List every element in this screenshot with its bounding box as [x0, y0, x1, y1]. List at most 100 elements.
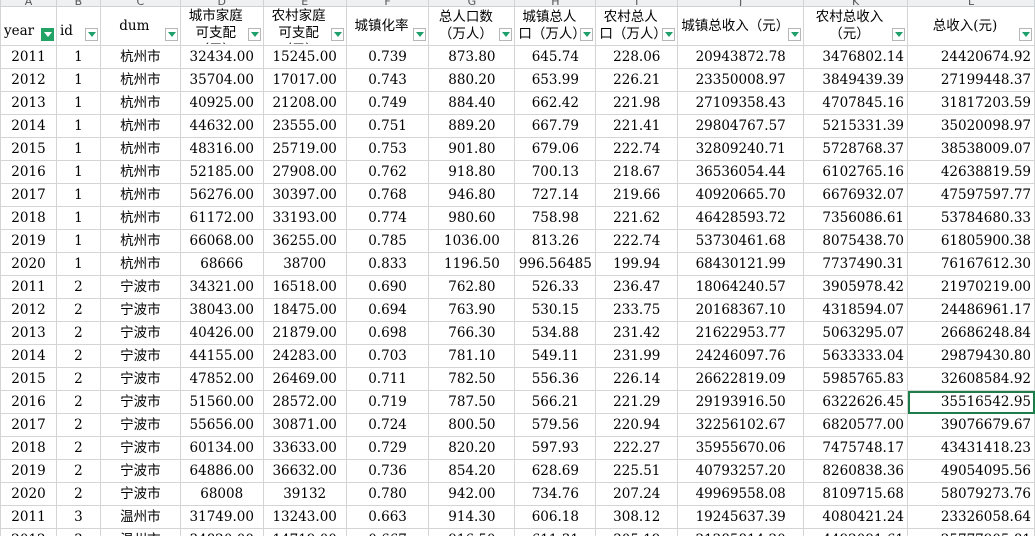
table-cell[interactable]: 820.20: [428, 436, 516, 460]
table-cell[interactable]: 6322626.45: [803, 390, 909, 414]
table-cell[interactable]: 2020: [0, 482, 57, 506]
filter-dropdown-icon[interactable]: [1019, 28, 1032, 41]
table-cell[interactable]: 49969558.08: [677, 482, 805, 506]
selected-cell[interactable]: 35516542.95: [907, 390, 1035, 414]
table-cell[interactable]: 1: [55, 252, 101, 276]
table-cell[interactable]: 225.51: [595, 459, 679, 483]
table-cell[interactable]: 49054095.56: [907, 459, 1035, 483]
table-cell[interactable]: 29193916.50: [677, 390, 805, 414]
table-cell[interactable]: 宁波市: [99, 298, 181, 322]
table-cell[interactable]: 873.80: [428, 45, 516, 69]
table-cell[interactable]: 27109358.43: [677, 91, 805, 115]
table-cell[interactable]: 42638819.59: [907, 160, 1035, 184]
table-cell[interactable]: 24283.00: [262, 344, 347, 368]
table-cell[interactable]: 39132: [262, 482, 347, 506]
table-cell[interactable]: 55656.00: [179, 413, 264, 437]
table-cell[interactable]: 762.80: [428, 275, 516, 299]
table-cell[interactable]: 3: [55, 528, 101, 536]
table-cell[interactable]: 2012: [0, 298, 57, 322]
table-cell[interactable]: 16518.00: [262, 275, 347, 299]
table-cell[interactable]: 0.736: [345, 459, 430, 483]
table-cell[interactable]: 34820.00: [179, 528, 264, 536]
table-cell[interactable]: 221.62: [595, 206, 679, 230]
filter-dropdown-icon[interactable]: [413, 28, 427, 41]
table-cell[interactable]: 556.36: [514, 367, 597, 391]
table-cell[interactable]: 305.19: [595, 528, 679, 536]
table-cell[interactable]: 30397.00: [262, 183, 347, 207]
table-cell[interactable]: 549.11: [514, 344, 597, 368]
table-cell[interactable]: 2: [55, 482, 101, 506]
table-cell[interactable]: 0.833: [345, 252, 430, 276]
column-header[interactable]: 农村总人口（万人）: [595, 6, 679, 46]
table-cell[interactable]: 杭州市: [99, 160, 181, 184]
table-cell[interactable]: 6676932.07: [803, 183, 909, 207]
table-cell[interactable]: 2017: [0, 413, 57, 437]
table-cell[interactable]: 24486961.17: [907, 298, 1035, 322]
table-cell[interactable]: 33633.00: [262, 436, 347, 460]
table-cell[interactable]: 53784680.33: [907, 206, 1035, 230]
table-cell[interactable]: 2015: [0, 367, 57, 391]
table-cell[interactable]: 0.694: [345, 298, 430, 322]
table-cell[interactable]: 28572.00: [262, 390, 347, 414]
table-cell[interactable]: 29879430.80: [907, 344, 1035, 368]
table-cell[interactable]: 5633333.04: [803, 344, 909, 368]
table-cell[interactable]: 4080421.24: [803, 505, 909, 529]
table-cell[interactable]: 杭州市: [99, 114, 181, 138]
table-cell[interactable]: 温州市: [99, 505, 181, 529]
filter-dropdown-icon[interactable]: [788, 28, 802, 41]
table-cell[interactable]: 杭州市: [99, 183, 181, 207]
table-cell[interactable]: 2013: [0, 91, 57, 115]
table-cell[interactable]: 231.99: [595, 344, 679, 368]
table-cell[interactable]: 679.06: [514, 137, 597, 161]
column-header[interactable]: 城镇总人口（万人）: [514, 6, 597, 46]
table-cell[interactable]: 2: [55, 390, 101, 414]
table-cell[interactable]: 0.698: [345, 321, 430, 345]
table-cell[interactable]: 20168367.10: [677, 298, 805, 322]
table-cell[interactable]: 758.98: [514, 206, 597, 230]
table-cell[interactable]: 21879.00: [262, 321, 347, 345]
column-header[interactable]: 农村总收入（元）: [803, 6, 909, 46]
table-cell[interactable]: 0.780: [345, 482, 430, 506]
table-cell[interactable]: 2014: [0, 114, 57, 138]
table-cell[interactable]: 27908.00: [262, 160, 347, 184]
table-cell[interactable]: 40793257.20: [677, 459, 805, 483]
table-cell[interactable]: 1036.00: [428, 229, 516, 253]
table-cell[interactable]: 1: [55, 229, 101, 253]
table-cell[interactable]: 杭州市: [99, 91, 181, 115]
table-cell[interactable]: 2011: [0, 275, 57, 299]
table-cell[interactable]: 24246097.76: [677, 344, 805, 368]
table-cell[interactable]: 68008: [179, 482, 264, 506]
table-cell[interactable]: 60134.00: [179, 436, 264, 460]
table-cell[interactable]: 2019: [0, 229, 57, 253]
table-cell[interactable]: 31749.00: [179, 505, 264, 529]
table-cell[interactable]: 1: [55, 137, 101, 161]
table-cell[interactable]: 43431418.23: [907, 436, 1035, 460]
table-cell[interactable]: 628.69: [514, 459, 597, 483]
table-cell[interactable]: 2017: [0, 183, 57, 207]
table-cell[interactable]: 2016: [0, 390, 57, 414]
table-cell[interactable]: 7737490.31: [803, 252, 909, 276]
table-cell[interactable]: 2011: [0, 45, 57, 69]
table-cell[interactable]: 宁波市: [99, 367, 181, 391]
table-cell[interactable]: 宁波市: [99, 344, 181, 368]
table-cell[interactable]: 33193.00: [262, 206, 347, 230]
table-cell[interactable]: 8075438.70: [803, 229, 909, 253]
table-cell[interactable]: 18064240.57: [677, 275, 805, 299]
table-cell[interactable]: 766.30: [428, 321, 516, 345]
table-cell[interactable]: 44155.00: [179, 344, 264, 368]
table-cell[interactable]: 32809240.71: [677, 137, 805, 161]
table-cell[interactable]: 20943872.78: [677, 45, 805, 69]
table-cell[interactable]: 1: [55, 114, 101, 138]
table-cell[interactable]: 40925.00: [179, 91, 264, 115]
column-header[interactable]: year: [0, 6, 57, 46]
table-cell[interactable]: 40426.00: [179, 321, 264, 345]
table-cell[interactable]: 61805900.38: [907, 229, 1035, 253]
table-cell[interactable]: 606.18: [514, 505, 597, 529]
table-cell[interactable]: 47597597.77: [907, 183, 1035, 207]
table-cell[interactable]: 918.80: [428, 160, 516, 184]
table-cell[interactable]: 杭州市: [99, 229, 181, 253]
table-cell[interactable]: 26686248.84: [907, 321, 1035, 345]
table-cell[interactable]: 1: [55, 45, 101, 69]
table-cell[interactable]: 526.33: [514, 275, 597, 299]
table-cell[interactable]: 0.774: [345, 206, 430, 230]
